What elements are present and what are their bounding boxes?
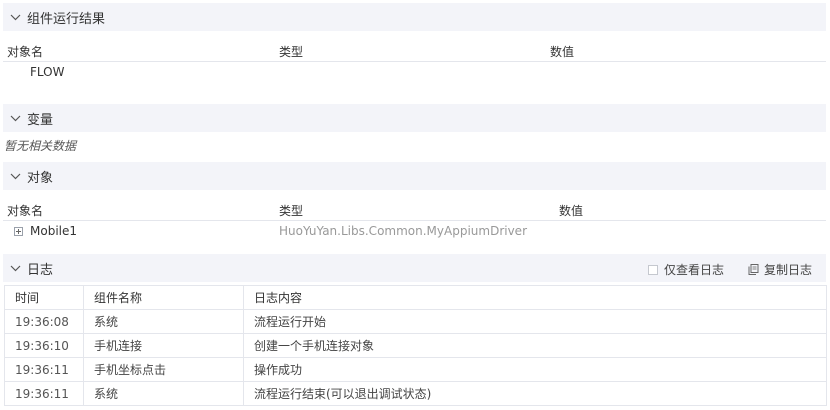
- results-col-name: 对象名: [7, 45, 44, 59]
- results-col-value: 数值: [550, 45, 575, 59]
- log-component: 手机连接: [83, 333, 244, 358]
- variables-section-header[interactable]: 变量: [3, 104, 826, 132]
- log-content: 操作成功: [243, 357, 827, 382]
- log-component: 系统: [83, 381, 244, 406]
- only-view-log-label: 仅查看日志: [664, 263, 725, 277]
- log-component: 手机坐标点击: [83, 357, 244, 382]
- table-row: 19:36:11 系统 流程运行结束(可以退出调试状态): [4, 381, 827, 406]
- only-view-log-toggle[interactable]: 仅查看日志: [648, 261, 724, 278]
- only-view-log-checkbox[interactable]: [648, 264, 658, 275]
- log-time: 19:36:08: [4, 309, 84, 334]
- copy-log-label: 复制日志: [764, 263, 813, 277]
- objects-col-name: 对象名: [7, 204, 44, 218]
- log-table-header: 时间 组件名称 日志内容: [4, 285, 827, 310]
- table-row: 19:36:10 手机连接 创建一个手机连接对象: [4, 333, 827, 358]
- results-section-title: 组件运行结果: [27, 11, 106, 27]
- log-time: 19:36:11: [4, 357, 84, 382]
- chevron-down-icon: [9, 170, 21, 182]
- log-table: 时间 组件名称 日志内容 19:36:08 系统 流程运行开始 19:36:10…: [4, 285, 827, 406]
- expand-icon[interactable]: [14, 227, 23, 236]
- objects-col-value: 数值: [559, 204, 584, 218]
- log-content: 创建一个手机连接对象: [243, 333, 827, 358]
- log-content: 流程运行结束(可以退出调试状态): [243, 381, 827, 406]
- objects-row-type: HuoYuYan.Libs.Common.MyAppiumDriver: [279, 224, 527, 238]
- copy-icon: [748, 264, 759, 275]
- results-col-type: 类型: [279, 45, 304, 59]
- chevron-down-icon: [9, 262, 21, 274]
- results-section-header[interactable]: 组件运行结果: [3, 3, 826, 31]
- objects-section-title: 对象: [27, 170, 54, 186]
- chevron-down-icon: [9, 112, 21, 124]
- log-component: 系统: [83, 309, 244, 334]
- log-time: 19:36:11: [4, 381, 84, 406]
- objects-row-name: Mobile1: [30, 224, 77, 238]
- copy-log-button[interactable]: 复制日志: [748, 261, 812, 278]
- log-time: 19:36:10: [4, 333, 84, 358]
- table-row: 19:36:08 系统 流程运行开始: [4, 309, 827, 334]
- log-col-component: 组件名称: [83, 285, 244, 310]
- objects-column-header: 对象名 类型 数值: [3, 197, 826, 221]
- objects-section-header[interactable]: 对象: [3, 162, 826, 190]
- chevron-down-icon: [9, 11, 21, 23]
- log-content: 流程运行开始: [243, 309, 827, 334]
- log-col-time: 时间: [4, 285, 84, 310]
- log-section-title: 日志: [27, 262, 54, 278]
- results-column-header: 对象名 类型 数值: [3, 38, 826, 62]
- log-col-content: 日志内容: [243, 285, 827, 310]
- objects-col-type: 类型: [279, 204, 304, 218]
- results-row-name: FLOW: [30, 65, 65, 79]
- variables-empty-text: 暂无相关数据: [4, 139, 77, 153]
- variables-section-title: 变量: [27, 112, 54, 128]
- table-row: 19:36:11 手机坐标点击 操作成功: [4, 357, 827, 382]
